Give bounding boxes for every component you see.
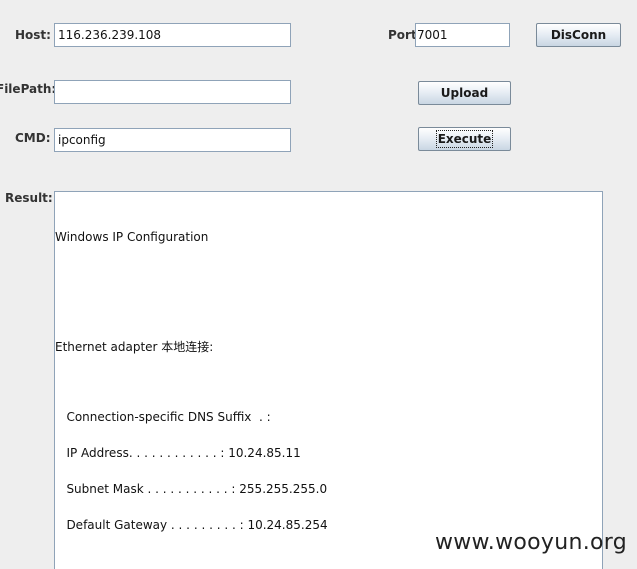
filepath-label: FilePath: (0, 82, 57, 96)
upload-button[interactable]: Upload (418, 81, 511, 105)
port-input[interactable] (415, 23, 510, 47)
cmd-label: CMD: (15, 131, 51, 145)
upload-button-label: Upload (440, 86, 489, 100)
disconnect-button-label: DisConn (550, 28, 607, 42)
disconnect-button[interactable]: DisConn (536, 23, 621, 47)
result-label: Result: (5, 191, 53, 205)
cmd-input[interactable] (54, 128, 291, 152)
result-line-default-gateway: Default Gateway . . . . . . . . . : 10.2… (55, 518, 328, 532)
result-line-ip-address: IP Address. . . . . . . . . . . . : 10.2… (55, 446, 301, 460)
watermark: www.wooyun.org (434, 530, 627, 555)
execute-button-label: Execute (435, 130, 494, 148)
execute-button[interactable]: Execute (418, 127, 511, 151)
host-input[interactable] (54, 23, 291, 47)
host-label: Host: (15, 28, 51, 42)
filepath-input[interactable] (54, 80, 291, 104)
result-line-dns-suffix: Connection-specific DNS Suffix . : (55, 410, 271, 424)
result-line-adapter: Ethernet adapter 本地连接: (55, 340, 214, 354)
result-line-title: Windows IP Configuration (55, 230, 209, 244)
result-line-subnet-mask: Subnet Mask . . . . . . . . . . . : 255.… (55, 482, 328, 496)
result-textarea[interactable]: Windows IP Configuration Ethernet adapte… (54, 191, 603, 569)
